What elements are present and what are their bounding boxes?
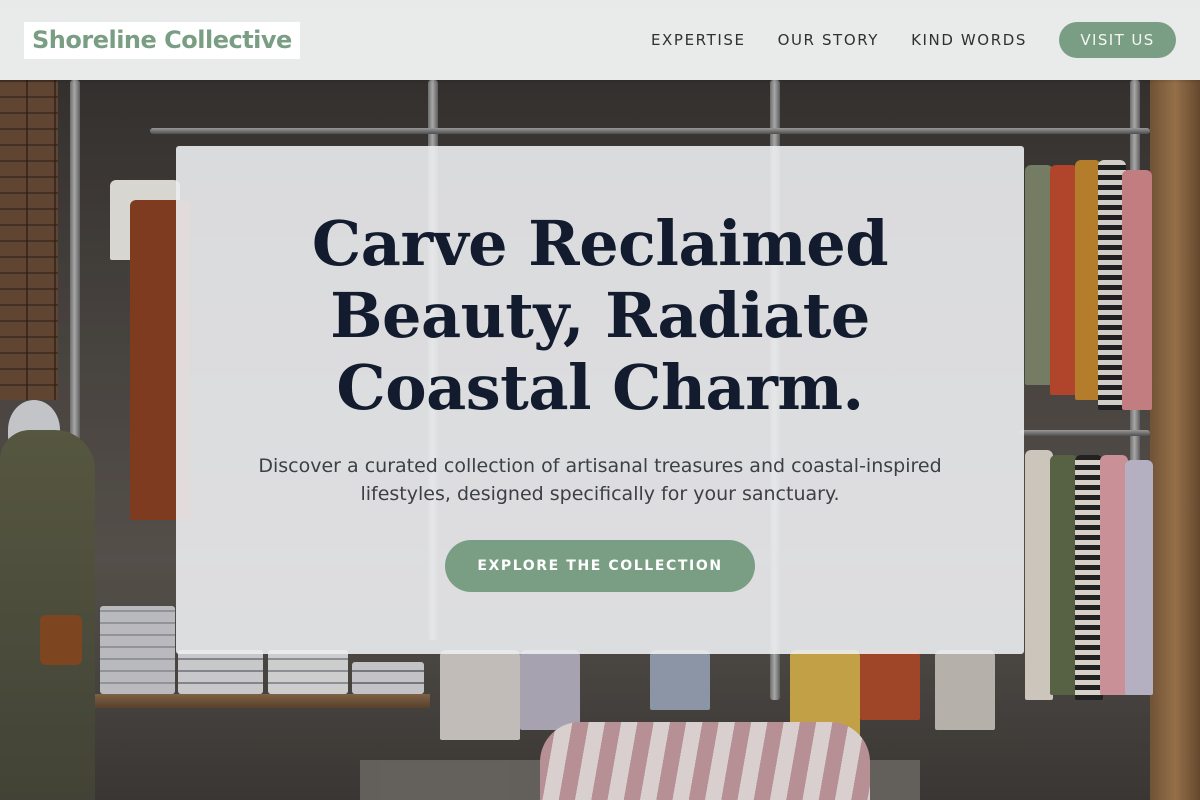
nav-link-kind-words[interactable]: KIND WORDS bbox=[911, 31, 1027, 49]
brand-logo[interactable]: Shoreline Collective bbox=[24, 21, 300, 59]
hero-card: Carve Reclaimed Beauty, Radiate Coastal … bbox=[176, 146, 1024, 654]
hero-subtitle: Discover a curated collection of artisan… bbox=[258, 455, 942, 505]
nav-link-expertise[interactable]: EXPERTISE bbox=[651, 31, 746, 49]
main-nav: EXPERTISE OUR STORY KIND WORDS VISIT US bbox=[651, 22, 1176, 58]
hero-title: Carve Reclaimed Beauty, Radiate Coastal … bbox=[311, 207, 889, 424]
site-header: Shoreline Collective EXPERTISE OUR STORY… bbox=[0, 0, 1200, 80]
explore-collection-button[interactable]: EXPLORE THE COLLECTION bbox=[445, 540, 755, 592]
nav-link-our-story[interactable]: OUR STORY bbox=[778, 31, 880, 49]
visit-us-button[interactable]: VISIT US bbox=[1059, 22, 1176, 58]
